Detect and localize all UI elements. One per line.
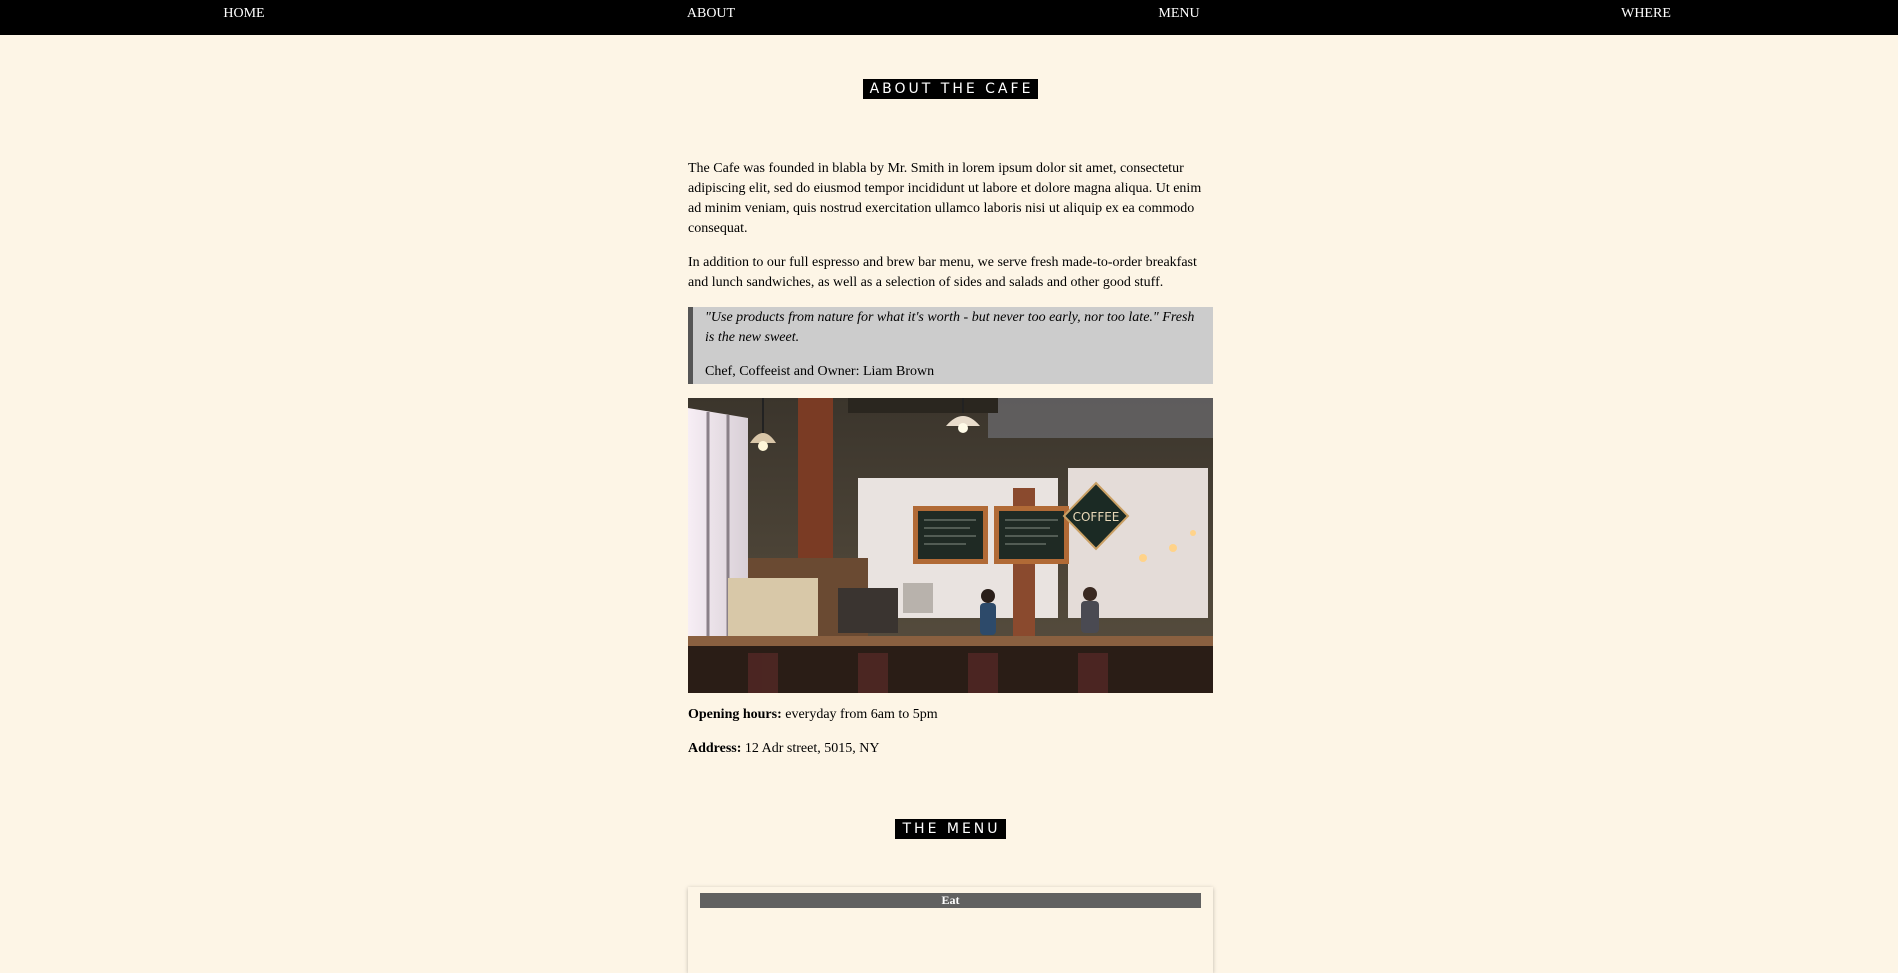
- owner-quote: "Use products from nature for what it's …: [688, 307, 1213, 384]
- nav-home-link[interactable]: HOME: [11, 6, 477, 22]
- opening-hours-value: everyday from 6am to 5pm: [781, 707, 938, 722]
- menu-card: Eat: [688, 887, 1213, 973]
- address-value: 12 Adr street, 5015, NY: [741, 741, 880, 756]
- opening-hours: Opening hours: everyday from 6am to 5pm: [688, 705, 1213, 725]
- coffee-sign-text: COFFEE: [1073, 510, 1120, 524]
- nav-about-link[interactable]: ABOUT: [478, 6, 944, 22]
- nav-menu-link[interactable]: MENU: [946, 6, 1412, 22]
- about-heading-wrap: ABOUT THE CAFE: [688, 79, 1213, 99]
- cafe-interior-photo: COFFEE: [688, 398, 1213, 693]
- nav-where-link[interactable]: WHERE: [1413, 6, 1879, 22]
- address-label: Address:: [688, 741, 742, 756]
- about-section-heading: ABOUT THE CAFE: [862, 79, 1039, 99]
- quote-author: Chef, Coffeeist and Owner: Liam Brown: [705, 364, 935, 379]
- cafe-photo-drawing: COFFEE: [688, 398, 1213, 693]
- about-paragraph-1: The Cafe was founded in blabla by Mr. Sm…: [688, 161, 1202, 236]
- quote-text: "Use products from nature for what it's …: [705, 310, 1195, 345]
- about-paragraph-2: In addition to our full espresso and bre…: [688, 255, 1197, 290]
- opening-hours-label: Opening hours:: [688, 707, 782, 722]
- main-content: ABOUT THE CAFE The Cafe was founded in b…: [688, 35, 1213, 973]
- menu-tab-eat[interactable]: Eat: [700, 893, 1201, 908]
- menu-section-heading: THE MENU: [895, 819, 1006, 839]
- address: Address: 12 Adr street, 5015, NY: [688, 739, 1213, 759]
- menu-heading-wrap: THE MENU: [688, 819, 1213, 839]
- top-navigation-bar: HOME ABOUT MENU WHERE: [0, 0, 1898, 35]
